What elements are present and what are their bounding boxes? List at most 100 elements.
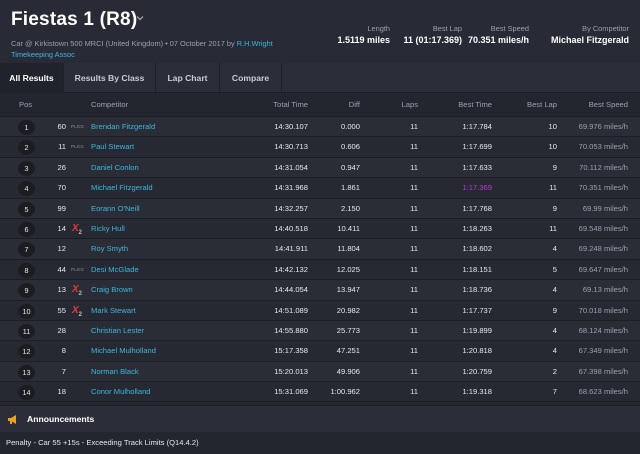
penalty-count: 2 xyxy=(78,291,83,298)
table-row[interactable]: 2 11 PLEG Paul Stewart 14:30.713 0.606 11 1:17.… xyxy=(0,137,640,158)
total-time: 14:44.054 xyxy=(274,285,308,295)
competitor-link[interactable]: Daniel Conlon xyxy=(91,158,139,178)
best-time: 1:19.899 xyxy=(462,325,492,335)
chevron-down-icon[interactable] xyxy=(135,13,145,23)
diff-time: 0.606 xyxy=(340,142,360,152)
total-time: 14:30.107 xyxy=(274,122,308,131)
megaphone-icon xyxy=(8,415,16,424)
announcement-text: Penalty - Car 55 +15s - Exceeding Track … xyxy=(6,438,199,447)
col-total-time[interactable]: Total Time xyxy=(250,100,308,109)
competitor-link[interactable]: Eorann O'Neill xyxy=(91,199,140,219)
position-badge: 11 xyxy=(18,323,35,339)
table-row[interactable]: 13 7 Norman Black 15:20.013 49.906 11 1:20.759… xyxy=(0,361,640,383)
position-badge: 13 xyxy=(18,364,35,380)
competitor-link[interactable]: Christian Lester xyxy=(91,321,144,341)
diff-time: 13.947 xyxy=(336,285,360,295)
diff-time: 0.947 xyxy=(340,162,360,172)
competitor-link[interactable]: Ricky Hull xyxy=(91,219,125,239)
col-best-time[interactable]: Best Time xyxy=(440,100,492,109)
competitor-link[interactable]: Desi McGlade xyxy=(91,260,139,280)
laps-count: 11 xyxy=(410,142,418,152)
best-time: 1:20.759 xyxy=(462,366,492,376)
position-badge: 14 xyxy=(18,385,35,401)
table-row[interactable]: 1 60 PLEG Brendan Fitzgerald 14:30.107 0.000 1… xyxy=(0,117,640,138)
best-time: 1:18.602 xyxy=(462,244,492,254)
competitor-link[interactable]: Paul Stewart xyxy=(91,137,134,157)
table-row[interactable]: 6 14 X2 Ricky Hull 14:40.518 10.411 11 1:18.263… xyxy=(0,218,640,240)
table-row[interactable]: 5 99 Eorann O'Neill 14:32.257 2.150 11 1:17.76… xyxy=(0,198,640,219)
competitor-link[interactable]: Norman Black xyxy=(91,362,139,382)
best-speed: 68.623 miles/h xyxy=(578,387,628,397)
penalty-count: 2 xyxy=(78,311,83,318)
best-time: 1:17.633 xyxy=(462,162,492,172)
table-row[interactable]: 10 55 X2 Mark Stewart 14:51.089 20.982 11 1:17.… xyxy=(0,300,640,321)
position-badge: 6 xyxy=(18,221,35,237)
col-best-speed[interactable]: Best Speed xyxy=(560,100,628,109)
diff-time: 2.150 xyxy=(340,203,360,213)
col-competitor[interactable]: Competitor xyxy=(91,100,128,109)
best-lap: 5 xyxy=(552,264,557,274)
table-row[interactable]: 12 8 Michael Mulholland 15:17.358 47.251 11 1:… xyxy=(0,341,640,362)
col-laps[interactable]: Laps xyxy=(393,100,418,109)
best-time: 1:17.737 xyxy=(462,305,492,315)
tab-all-results[interactable]: All Results xyxy=(0,63,64,93)
table-row[interactable]: 3 26 Daniel Conlon 14:31.054 0.947 11 1:17.633… xyxy=(0,157,640,179)
best-lap: 4 xyxy=(552,244,557,254)
best-lap: 9 xyxy=(552,203,557,213)
results-tabs: All Results Results By Class Lap Chart C… xyxy=(0,63,640,93)
position-badge: 5 xyxy=(18,201,35,217)
best-lap: 4 xyxy=(552,285,557,295)
total-time: 14:31.054 xyxy=(274,162,308,172)
event-title: Fiestas 1 (R8) xyxy=(11,9,138,30)
laps-count: 11 xyxy=(410,223,418,233)
table-row[interactable]: 4 70 Michael Fitzgerald 14:31.968 1.861 11 1:1… xyxy=(0,178,640,199)
best-speed: 70.053 miles/h xyxy=(578,142,628,152)
best-speed: 69.647 miles/h xyxy=(578,264,628,274)
car-number: 70 xyxy=(57,183,66,193)
announcements-title: Announcements xyxy=(27,414,95,424)
competitor-link[interactable]: Conor Mulholland xyxy=(91,382,151,402)
tab-compare[interactable]: Compare xyxy=(220,63,282,93)
by-competitor-label: By Competitor xyxy=(582,24,629,33)
best-speed: 70.351 miles/h xyxy=(578,183,628,193)
tab-lap-chart[interactable]: Lap Chart xyxy=(156,63,220,93)
competitor-link[interactable]: Mark Stewart xyxy=(91,301,136,321)
best-time: 1:17.784 xyxy=(462,122,492,131)
car-number: 18 xyxy=(57,387,66,397)
competitor-link[interactable]: Brendan Fitzgerald xyxy=(91,117,155,137)
best-time: 1:20.818 xyxy=(462,346,492,356)
competitor-link[interactable]: Roy Smyth xyxy=(91,239,128,259)
tab-results-by-class[interactable]: Results By Class xyxy=(64,63,156,93)
laps-count: 11 xyxy=(410,122,418,131)
best-speed: 69.248 miles/h xyxy=(578,244,628,254)
class-tag: PLEG xyxy=(71,144,85,150)
competitor-link[interactable]: Craig Brown xyxy=(91,280,133,300)
table-row[interactable]: 11 28 Christian Lester 14:55.880 25.773 11 1:1… xyxy=(0,320,640,342)
car-number: 8 xyxy=(61,346,66,356)
table-row[interactable]: 9 13 X2 Craig Brown 14:44.054 13.947 11 1:18.73… xyxy=(0,280,640,301)
best-speed-label: Best Speed xyxy=(490,24,529,33)
laps-count: 11 xyxy=(410,285,418,295)
car-number: 60 xyxy=(57,122,66,131)
car-number: 55 xyxy=(57,305,66,315)
col-best-lap[interactable]: Best Lap xyxy=(515,100,557,109)
competitor-link[interactable]: Michael Fitzgerald xyxy=(91,178,153,198)
best-speed: 69.13 miles/h xyxy=(582,285,628,295)
table-row[interactable]: 14 18 Conor Mulholland 15:31.069 1:00.962 11 1… xyxy=(0,382,640,403)
laps-count: 11 xyxy=(410,305,418,315)
competitor-link[interactable]: Michael Mulholland xyxy=(91,341,156,361)
best-speed: 70.112 miles/h xyxy=(579,162,628,172)
car-number: 44 xyxy=(57,264,66,274)
position-badge: 4 xyxy=(18,181,35,197)
table-row[interactable]: 8 44 PLEG Desi McGlade 14:42.132 12.025 11 1:18… xyxy=(0,259,640,281)
table-row[interactable]: 7 12 Roy Smyth 14:41.911 11.804 11 1:18.602 4 69… xyxy=(0,239,640,260)
diff-time: 12.025 xyxy=(336,264,360,274)
position-badge: 2 xyxy=(18,140,35,156)
col-pos[interactable]: Pos xyxy=(19,100,32,109)
best-lap: 11 xyxy=(549,183,557,193)
laps-count: 11 xyxy=(410,244,418,254)
col-diff[interactable]: Diff xyxy=(316,100,360,109)
announcements-bar[interactable]: Announcements xyxy=(0,405,640,432)
diff-time: 11.804 xyxy=(337,244,360,254)
best-lap: 7 xyxy=(552,387,557,397)
